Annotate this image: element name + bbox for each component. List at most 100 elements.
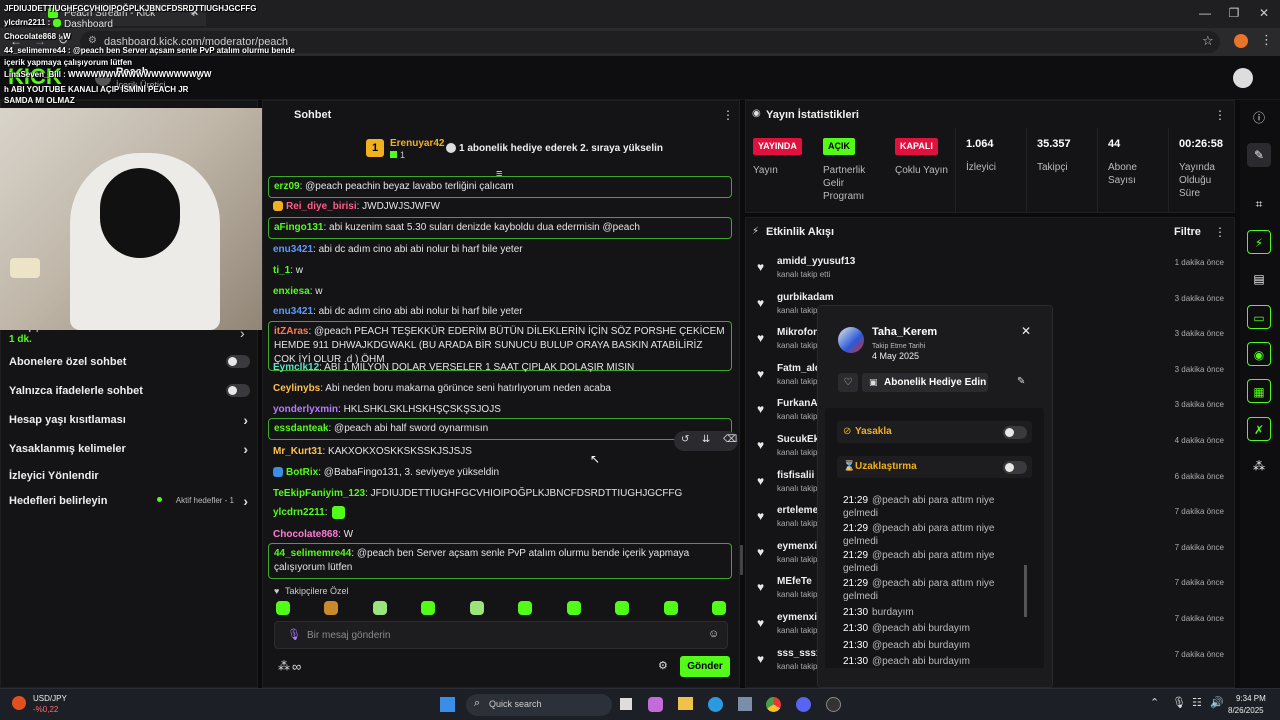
chat-settings-gear-icon[interactable]: ⚙: [658, 659, 668, 672]
chat-username[interactable]: Eymclk12: [273, 362, 319, 373]
pin-icon[interactable]: ⇊: [702, 434, 710, 445]
chat-message[interactable]: essdanteak: @peach abi half sword oynarm…: [268, 418, 732, 440]
activity-username[interactable]: gurbikadam: [777, 292, 834, 303]
discord-icon[interactable]: [796, 697, 811, 712]
filter-button[interactable]: Filtre: [1174, 226, 1201, 238]
chat-input-box[interactable]: 🎙 Bir mesaj gönderin ☺: [274, 621, 728, 649]
volume-icon[interactable]: 🔊: [1210, 696, 1224, 709]
microphone-tray-icon[interactable]: 🎙: [1172, 696, 1186, 709]
activity-item[interactable]: ♥ amidd_yyusuf13 kanalı takip etti 1 dakika…: [752, 254, 1230, 290]
chat-username[interactable]: ti_1: [273, 265, 290, 276]
infinity-icon[interactable]: ∞: [292, 659, 301, 674]
chat-message[interactable]: enxiesa: w: [268, 282, 732, 302]
chevron-right-icon[interactable]: ›: [243, 441, 248, 457]
chat-message[interactable]: Rei_diye_birisi: JWDJWJSJWFW: [268, 197, 732, 217]
lightning-tool-icon[interactable]: ⚡: [1247, 230, 1271, 254]
activity-username[interactable]: eymenxi: [777, 541, 817, 552]
tray-chevron-icon[interactable]: ⌃: [1150, 696, 1159, 709]
drops-icon[interactable]: ⁂: [1247, 454, 1271, 478]
chat-username[interactable]: Rei_diye_birisi: [286, 201, 357, 212]
crop-icon[interactable]: ⌗: [1247, 192, 1271, 216]
info-icon[interactable]: ⓘ: [1247, 106, 1271, 130]
wrench-icon[interactable]: ✗: [1247, 417, 1271, 441]
chat-menu-icon[interactable]: ⋮: [722, 108, 734, 122]
minimize-icon[interactable]: —: [1195, 6, 1215, 22]
document-icon[interactable]: ▤: [1247, 267, 1271, 291]
windows-start-icon[interactable]: [440, 697, 455, 712]
sidebar-toggle[interactable]: [226, 384, 250, 397]
chat-username[interactable]: Ceylinybs: [273, 383, 320, 394]
gift-subscription-button[interactable]: ▣ Abonelik Hediye Edin: [862, 373, 988, 392]
user-card-options-icon[interactable]: ✎: [1017, 376, 1025, 387]
close-window-icon[interactable]: ✕: [1254, 6, 1274, 22]
file-explorer-icon[interactable]: [678, 697, 693, 710]
broadcast-tool-icon[interactable]: ◉: [1247, 342, 1271, 366]
obs-icon[interactable]: [826, 697, 841, 712]
activity-username[interactable]: SucukEk: [777, 434, 819, 445]
emote-9[interactable]: [664, 601, 678, 615]
emote-8[interactable]: [615, 601, 629, 615]
leaderboard-user[interactable]: Erenuyar42: [390, 138, 444, 149]
sidebar-row[interactable]: Yasaklanmış kelimeler ›: [0, 435, 258, 463]
chat-input-placeholder[interactable]: Bir mesaj gönderin: [307, 630, 390, 641]
emote-3[interactable]: [373, 601, 387, 615]
activity-username[interactable]: sss_sss1: [777, 648, 822, 659]
close-icon[interactable]: ✕: [1021, 324, 1031, 338]
chat-message[interactable]: aFingo131: abi kuzenim saat 5.30 suları …: [268, 217, 732, 239]
taskbar-search[interactable]: ⌕ Quick search: [466, 694, 612, 716]
log-scrollbar[interactable]: [1024, 565, 1027, 617]
timeout-toggle[interactable]: [1003, 461, 1027, 474]
chat-message[interactable]: 44_selimemre44: @peach ben Server açsam …: [268, 543, 732, 579]
microphone-icon[interactable]: 🎙: [287, 628, 301, 641]
emote-7[interactable]: [567, 601, 581, 615]
sidebar-row[interactable]: Hedefleri belirleyin › Aktif hedefler - 1: [0, 487, 258, 515]
send-button[interactable]: Gönder: [680, 656, 730, 677]
ban-toggle[interactable]: [1003, 426, 1027, 439]
delete-icon[interactable]: ⌫: [723, 434, 737, 445]
chat-message[interactable]: Chocolate868: W: [268, 525, 732, 545]
chat-username[interactable]: enu3421: [273, 306, 313, 317]
activity-username[interactable]: erteleme: [777, 505, 818, 516]
edge-icon[interactable]: [708, 697, 723, 712]
site-info-icon[interactable]: ⚙: [88, 35, 97, 46]
emote-4[interactable]: [421, 601, 435, 615]
chat-username[interactable]: 44_selimemre44: [274, 548, 351, 559]
chat-message[interactable]: TeEkipFaniyim_123: JFDIUJDETTIUGHFGCVHIO…: [268, 484, 732, 504]
chat-username[interactable]: Mr_Kurt31: [273, 446, 322, 457]
chat-username[interactable]: Chocolate868: [273, 529, 338, 540]
activity-username[interactable]: eymenxi: [777, 612, 817, 623]
user-avatar[interactable]: [1233, 68, 1253, 88]
chat-username[interactable]: itZAras: [274, 326, 308, 337]
store-icon[interactable]: [738, 697, 752, 711]
chat-message[interactable]: enu3421: abi dc adım cino abi abi nolur …: [268, 302, 732, 322]
network-icon[interactable]: ☷: [1192, 696, 1202, 709]
chat-scrollbar[interactable]: [740, 545, 743, 575]
sidebar-toggle[interactable]: [226, 355, 250, 368]
chat-username[interactable]: ylcdrn2211: [273, 507, 325, 518]
emote-5[interactable]: [470, 601, 484, 615]
chat-message[interactable]: BotRix: @BabaFingo131, 3. seviyeye yükse…: [268, 463, 732, 483]
emote-6[interactable]: [518, 601, 532, 615]
stats-menu-icon[interactable]: ⋮: [1214, 108, 1226, 122]
chat-username[interactable]: yonderlyxmin: [273, 404, 338, 415]
stock-widget-icon[interactable]: [12, 696, 26, 710]
sidebar-row[interactable]: İzleyici Yönlendir: [0, 462, 258, 490]
chat-message[interactable]: Mr_Kurt31: KAKXOKXOSKKSKSSKJSJSJS: [268, 442, 732, 462]
activity-username[interactable]: Mikrofon: [777, 327, 819, 338]
emote-1[interactable]: [276, 601, 290, 615]
activity-username[interactable]: MEfeTe: [777, 576, 812, 587]
chat-username[interactable]: TeEkipFaniyim_123: [273, 488, 365, 499]
follow-heart-button[interactable]: ♡: [838, 373, 858, 392]
chat-message[interactable]: ti_1: w: [268, 261, 732, 281]
activity-username[interactable]: FurkanA: [777, 398, 818, 409]
layout-icon[interactable]: ▦: [1247, 379, 1271, 403]
copilot-icon[interactable]: [648, 697, 663, 712]
browser-menu-icon[interactable]: ⋮: [1260, 32, 1273, 48]
bookmark-star-icon[interactable]: ☆: [1202, 33, 1214, 49]
activity-username[interactable]: Fatm_alc: [777, 363, 820, 374]
sidebar-row[interactable]: Hesap yaşı kısıtlaması ›: [0, 406, 258, 434]
chat-bubble-icon[interactable]: ▭: [1247, 305, 1271, 329]
kick-drops-icon[interactable]: ⁂: [278, 659, 290, 673]
emoji-picker-icon[interactable]: ☺: [708, 628, 719, 640]
extension-icon[interactable]: [1234, 34, 1248, 48]
